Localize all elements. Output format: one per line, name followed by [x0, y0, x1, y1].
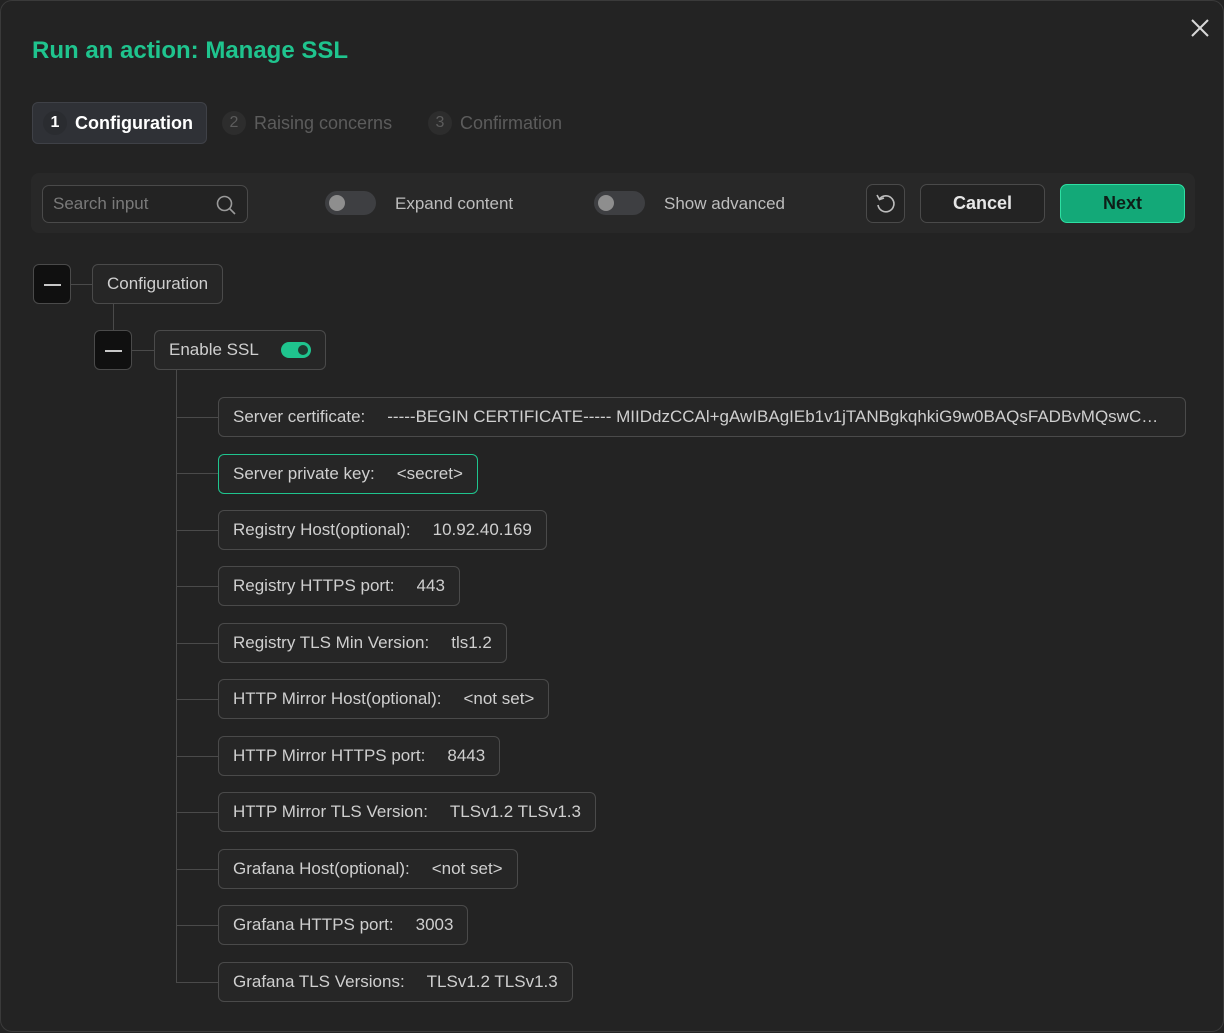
- toolbar: Expand content Show advanced Cancel Next: [31, 173, 1195, 233]
- field-registry-tls-min-version[interactable]: Registry TLS Min Version: tls1.2: [218, 623, 507, 663]
- step-confirmation[interactable]: 3 Confirmation: [428, 102, 562, 144]
- tree-connector: [176, 982, 219, 983]
- collapse-configuration-button[interactable]: [33, 264, 71, 304]
- toggle-knob: [297, 345, 308, 355]
- step-label: Configuration: [75, 112, 193, 133]
- field-value: tls1.2: [451, 633, 492, 652]
- cancel-button[interactable]: Cancel: [920, 184, 1045, 223]
- step-number: 2: [222, 111, 246, 135]
- tree-connector: [176, 699, 219, 700]
- reset-button[interactable]: [866, 184, 905, 223]
- field-value: 443: [416, 576, 445, 595]
- search-input[interactable]: [43, 186, 213, 222]
- field-value: <not set>: [463, 689, 535, 708]
- field-http-mirror-tls-version[interactable]: HTTP Mirror TLS Version: TLSv1.2 TLSv1.3: [218, 792, 596, 832]
- search-icon[interactable]: [215, 194, 237, 216]
- close-button[interactable]: [1187, 15, 1213, 41]
- field-registry-host[interactable]: Registry Host(optional): 10.92.40.169: [218, 510, 547, 550]
- field-label: Registry HTTPS port:: [233, 576, 395, 595]
- step-label: Confirmation: [460, 112, 563, 133]
- step-label: Raising concerns: [254, 112, 393, 133]
- search-box: [42, 185, 248, 223]
- next-button[interactable]: Next: [1060, 184, 1185, 223]
- field-label: Registry Host(optional):: [233, 520, 411, 539]
- node-label: Enable SSL: [169, 340, 259, 359]
- step-configuration[interactable]: 1 Configuration: [32, 102, 207, 144]
- step-number: 1: [43, 111, 67, 135]
- collapse-ssl-button[interactable]: [94, 330, 132, 370]
- field-value: TLSv1.2 TLSv1.3: [426, 972, 558, 991]
- reset-icon: [876, 194, 895, 213]
- tree-connector: [176, 370, 177, 983]
- field-label: Server private key:: [233, 464, 375, 483]
- toggle-knob: [329, 195, 345, 211]
- dialog-title: Run an action: Manage SSL: [32, 37, 349, 64]
- field-value: -----BEGIN CERTIFICATE----- MIIDdzCCAl+g…: [387, 407, 1171, 426]
- node-configuration[interactable]: Configuration: [92, 264, 224, 304]
- tree-connector: [176, 756, 219, 757]
- node-label: Configuration: [107, 274, 209, 293]
- field-label: Server certificate:: [233, 407, 366, 426]
- tree-connector: [176, 643, 219, 644]
- field-value: 8443: [447, 746, 486, 765]
- step-number: 3: [428, 111, 452, 135]
- field-value: TLSv1.2 TLSv1.3: [449, 802, 581, 821]
- field-label: Grafana TLS Versions:: [233, 972, 405, 991]
- field-value: <secret>: [396, 464, 463, 483]
- tree-connector: [176, 869, 219, 870]
- field-grafana-host[interactable]: Grafana Host(optional): <not set>: [218, 849, 518, 889]
- config-tree: Configuration Enable SSL Server certific…: [1, 1, 1224, 1033]
- tree-connector: [176, 417, 219, 418]
- node-enable-ssl[interactable]: Enable SSL: [154, 330, 326, 370]
- tree-connector: [71, 284, 92, 285]
- tree-connector: [176, 473, 219, 474]
- field-grafana-https-port[interactable]: Grafana HTTPS port: 3003: [218, 905, 469, 945]
- step-raising-concerns[interactable]: 2 Raising concerns: [222, 102, 392, 144]
- field-label: Grafana Host(optional):: [233, 859, 410, 878]
- tree-connector: [176, 925, 219, 926]
- tree-connector: [176, 586, 219, 587]
- field-label: Grafana HTTPS port:: [233, 915, 394, 934]
- enable-ssl-toggle[interactable]: [280, 342, 311, 358]
- field-value: <not set>: [431, 859, 503, 878]
- action-dialog: Run an action: Manage SSL 1 Configuratio…: [0, 0, 1224, 1032]
- field-label: HTTP Mirror Host(optional):: [233, 689, 442, 708]
- field-label: Registry TLS Min Version:: [233, 633, 430, 652]
- field-label: HTTP Mirror HTTPS port:: [233, 746, 426, 765]
- expand-content-toggle[interactable]: [325, 191, 376, 215]
- toggle-knob: [598, 195, 614, 211]
- close-icon: [1191, 19, 1209, 37]
- expand-content-label: Expand content: [395, 194, 514, 213]
- show-advanced-toggle[interactable]: [594, 191, 645, 215]
- tree-connector: [132, 350, 154, 351]
- field-server-private-key[interactable]: Server private key: <secret>: [218, 454, 478, 494]
- show-advanced-label: Show advanced: [664, 194, 785, 213]
- tree-connector: [176, 812, 219, 813]
- field-registry-https-port[interactable]: Registry HTTPS port: 443: [218, 566, 460, 606]
- tree-connector: [176, 530, 219, 531]
- field-http-mirror-host[interactable]: HTTP Mirror Host(optional): <not set>: [218, 679, 550, 719]
- field-value: 10.92.40.169: [432, 520, 532, 539]
- field-value: 3003: [415, 915, 454, 934]
- field-label: HTTP Mirror TLS Version:: [233, 802, 428, 821]
- field-http-mirror-https-port[interactable]: HTTP Mirror HTTPS port: 8443: [218, 736, 501, 776]
- field-grafana-tls-versions[interactable]: Grafana TLS Versions: TLSv1.2 TLSv1.3: [218, 962, 573, 1002]
- field-server-certificate[interactable]: Server certificate: -----BEGIN CERTIFICA…: [218, 397, 1186, 437]
